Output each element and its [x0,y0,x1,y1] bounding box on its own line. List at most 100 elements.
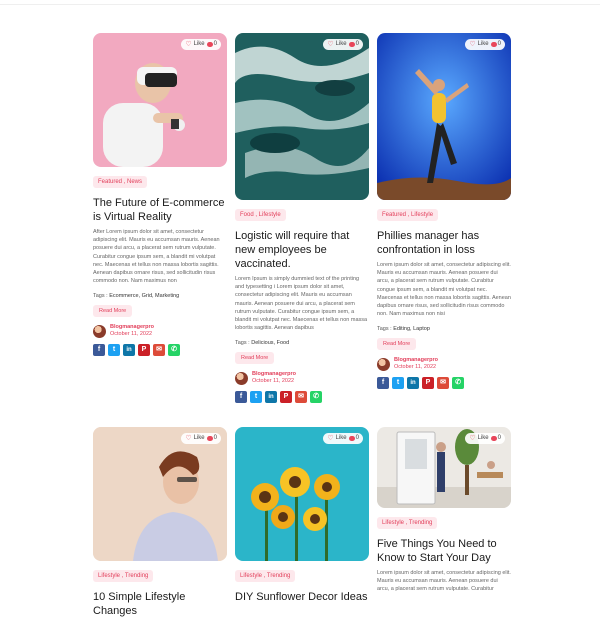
email-icon[interactable]: ✉ [295,391,307,404]
post-image[interactable]: ♡ Like 0 [377,33,511,200]
post-image[interactable]: ♡ Like 0 [235,33,369,200]
post-image[interactable]: ♡ Like 0 [93,33,227,167]
pinterest-icon[interactable]: P [422,377,434,390]
tags-label: Tags : [235,340,250,347]
read-more-button[interactable]: Read More [93,305,133,318]
like-label: Like [193,41,205,47]
twitter-icon[interactable]: t [392,377,404,390]
post-card: ♡ Like 0 Lifestyle , Trending Five Thing… [377,427,511,591]
author-name[interactable]: Blogmanagerpro [394,357,438,364]
heart-icon: ♡ [185,435,192,442]
tags-label: Tags : [93,293,108,300]
heart-icon: ♡ [469,41,476,48]
linkedin-icon[interactable]: in [265,391,277,404]
linkedin-icon[interactable]: in [123,344,135,357]
twitter-icon[interactable]: t [108,344,120,357]
post-author: Blogmanagerpro October 11, 2022 [93,324,227,338]
linkedin-icon[interactable]: in [407,377,419,390]
twitter-icon[interactable]: t [250,391,262,404]
avatar[interactable] [93,324,106,338]
post-card: ♡ Like 0 Food , Lifestyle Logistic will … [235,33,369,404]
post-excerpt: Lorem ipsum dolor sit amet, consectetur … [377,262,511,318]
like-button[interactable]: ♡ Like 0 [465,433,505,444]
post-tags: Tags : Editing, Laptop [377,326,511,332]
like-label: Like [335,435,347,441]
comment-icon [490,42,497,47]
post-image[interactable]: ♡ Like 0 [93,427,227,561]
author-name[interactable]: Blogmanagerpro [110,324,154,331]
post-title[interactable]: DIY Sunflower Decor Ideas [235,590,369,604]
comment-icon [348,42,355,47]
comment-count: 0 [497,435,501,441]
like-button[interactable]: ♡ Like 0 [465,39,505,50]
email-icon[interactable]: ✉ [153,344,165,357]
category-tags[interactable]: Lifestyle , Trending [235,570,296,582]
post-title[interactable]: 10 Simple Lifestyle Changes [93,590,227,618]
email-icon[interactable]: ✉ [437,377,449,390]
pinterest-icon[interactable]: P [138,344,150,357]
like-label: Like [335,41,347,47]
comment-count: 0 [497,41,501,47]
read-more-button[interactable]: Read More [377,338,417,351]
comment-count: 0 [213,435,217,441]
post-date: October 11, 2022 [394,364,437,371]
share-buttons: f t in P ✉ ✆ [93,344,227,357]
pinterest-icon[interactable]: P [280,391,292,404]
read-more-button[interactable]: Read More [235,352,275,365]
whatsapp-icon[interactable]: ✆ [452,377,464,390]
share-buttons: f t in P ✉ ✆ [235,391,369,404]
like-button[interactable]: ♡ Like 0 [323,39,363,50]
post-excerpt: Lorem Ipsum is simply dummied text of th… [235,276,368,332]
post-image[interactable]: ♡ Like 0 [235,427,369,561]
like-button[interactable]: ♡ Like 0 [181,39,221,50]
post-tags: Tags : Delicious, Food [235,340,369,346]
like-button[interactable]: ♡ Like 0 [323,433,363,444]
post-title[interactable]: Logistic will require that new employees… [235,229,369,271]
comment-count: 0 [355,435,359,441]
avatar[interactable] [235,371,248,385]
facebook-icon[interactable]: f [377,377,389,390]
post-card: ♡ Like 0 Lifestyle , Trending DIY Sunflo… [235,427,369,604]
post-title[interactable]: Phillies manager has confrontation in lo… [377,229,511,257]
comment-icon [206,436,213,441]
post-card: ♡ Like 0 Featured , News The Future of E… [93,33,227,357]
tags-label: Tags : [377,326,392,333]
tags-list[interactable]: Ecommerce, Grid, Marketing [109,293,179,299]
category-tags[interactable]: Featured , News [93,176,148,188]
heart-icon: ♡ [185,41,192,48]
post-excerpt: After Lorem ipsum dolor sit amet, consec… [93,229,220,285]
category-tags[interactable]: Food , Lifestyle [235,209,286,221]
facebook-icon[interactable]: f [235,391,247,404]
category-tags[interactable]: Featured , Lifestyle [377,209,439,221]
tags-list[interactable]: Delicious, Food [251,340,289,346]
author-name[interactable]: Blogmanagerpro [252,371,296,378]
post-title[interactable]: Five Things You Need to Know to Start Yo… [377,537,511,565]
post-date: October 11, 2022 [252,378,295,385]
like-label: Like [477,435,489,441]
share-buttons: f t in P ✉ ✆ [377,377,511,390]
whatsapp-icon[interactable]: ✆ [168,344,180,357]
like-label: Like [193,435,205,441]
heart-icon: ♡ [469,435,476,442]
comment-icon [490,436,497,441]
post-image[interactable]: ♡ Like 0 [377,427,511,508]
comment-icon [206,42,213,47]
comment-count: 0 [355,41,359,47]
category-tags[interactable]: Lifestyle , Trending [377,517,438,529]
category-tags[interactable]: Lifestyle , Trending [93,570,154,582]
heart-icon: ♡ [327,41,334,48]
like-button[interactable]: ♡ Like 0 [181,433,221,444]
header-divider [0,0,600,5]
facebook-icon[interactable]: f [93,344,105,357]
like-label: Like [477,41,489,47]
post-author: Blogmanagerpro October 11, 2022 [235,371,369,385]
post-excerpt: Lorem ipsum dolor sit amet, consectetur … [377,570,511,591]
whatsapp-icon[interactable]: ✆ [310,391,322,404]
tags-list[interactable]: Editing, Laptop [393,326,430,332]
post-title[interactable]: The Future of E-commerce is Virtual Real… [93,196,227,224]
avatar[interactable] [377,357,390,371]
comment-count: 0 [213,41,217,47]
post-card: ♡ Like 0 Featured , Lifestyle Phillies m… [377,33,511,390]
post-card: ♡ Like 0 Lifestyle , Trending 10 Simple … [93,427,227,618]
post-date: October 11, 2022 [110,331,153,338]
